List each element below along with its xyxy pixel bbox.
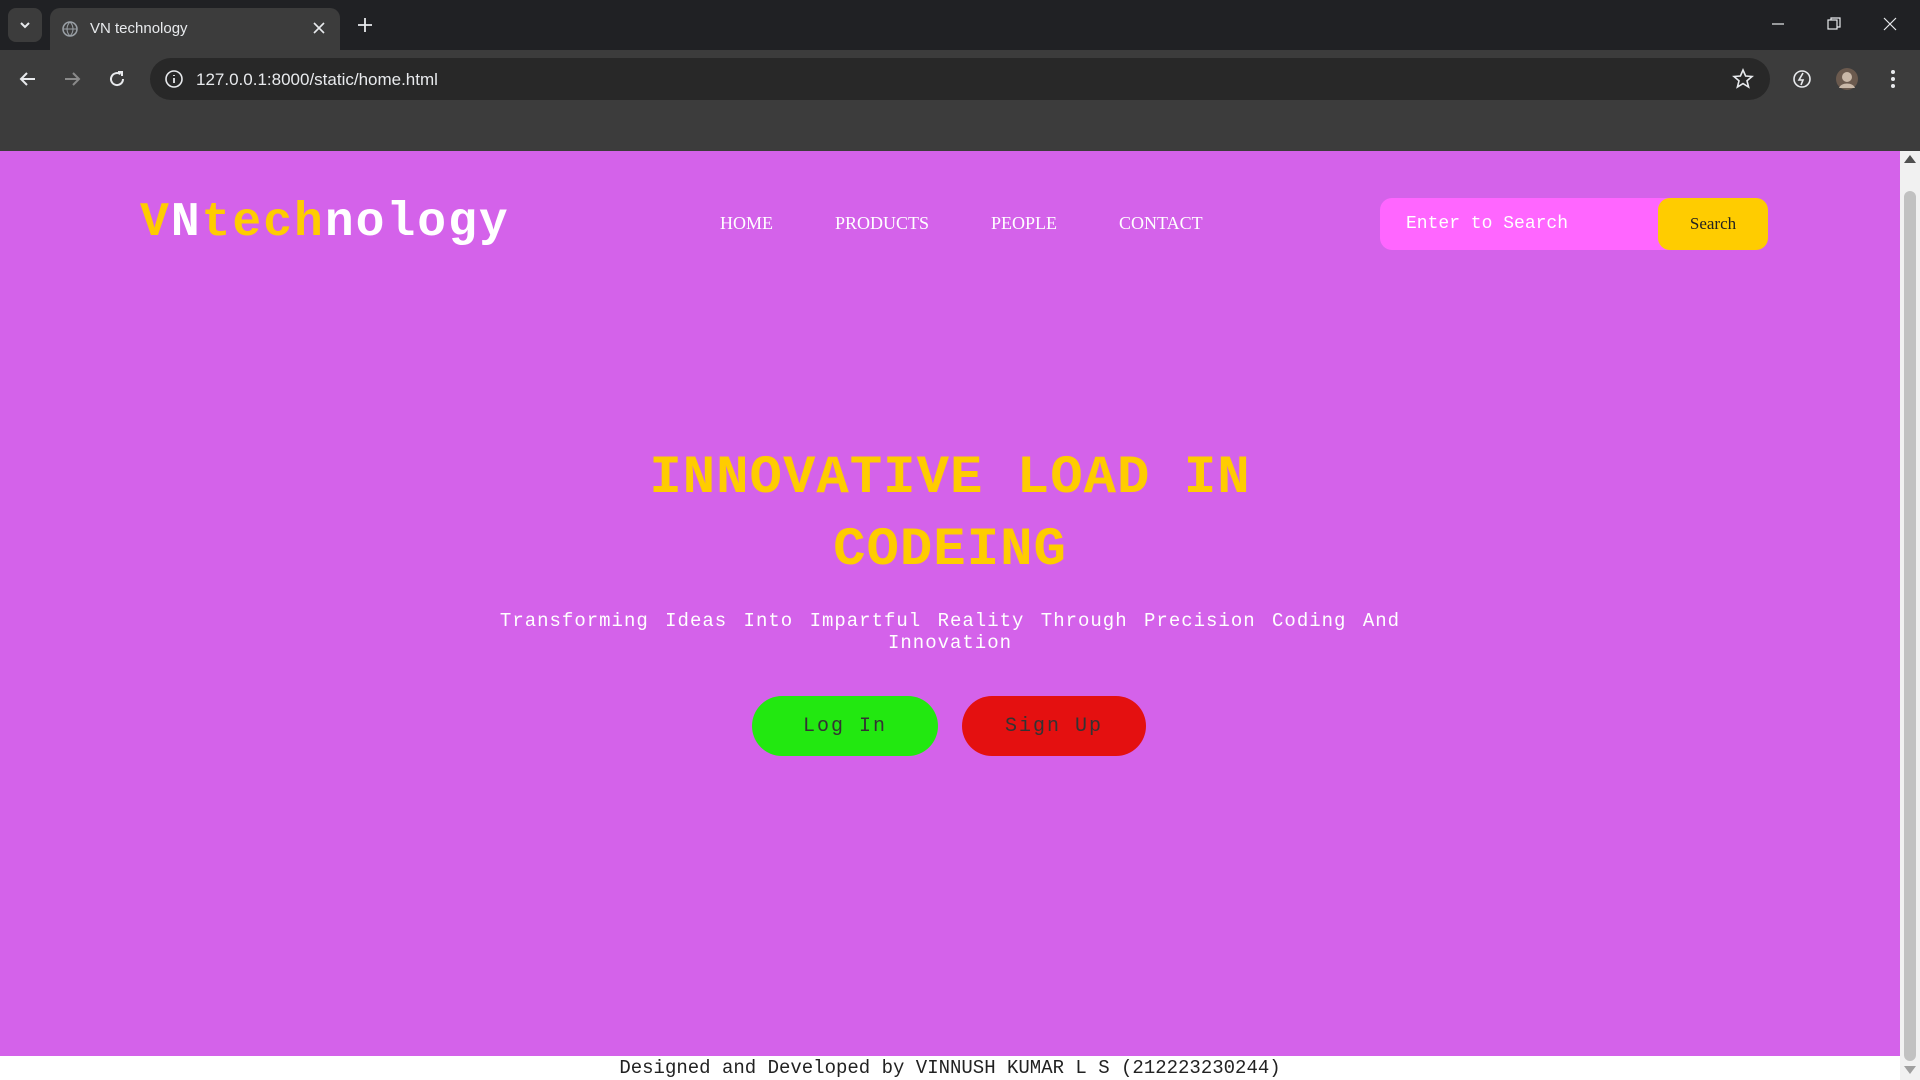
back-arrow-icon[interactable] [12,63,44,95]
restore-icon[interactable] [1814,8,1854,40]
profile-avatar[interactable] [1831,63,1863,95]
browser-toolbar: 127.0.0.1:8000/static/home.html [0,50,1920,108]
logo-part-vn: VN [140,196,202,250]
login-button[interactable]: Log In [752,696,938,756]
hero-subtitle-line1: Transforming Ideas Into Impartful Realit… [499,610,1401,632]
browser-tab[interactable]: VN technology [50,8,340,50]
hero-subtitle-line2: Innovation [887,632,1013,654]
scroll-down-arrow-icon[interactable] [1904,1066,1916,1074]
signup-button[interactable]: Sign Up [962,696,1146,756]
scroll-up-arrow-icon[interactable] [1904,155,1916,163]
reload-icon[interactable] [101,63,133,95]
main-nav: HOME PRODUCTS PEOPLE CONTACT [720,213,1203,234]
page-viewport: VNtechnology HOME PRODUCTS PEOPLE CONTAC… [0,151,1900,1080]
hero-title-line1: INNOVATIVE LOAD IN [649,448,1251,509]
tab-title: VN technology [90,20,188,37]
site-logo[interactable]: VNtechnology [140,196,510,250]
globe-icon [62,21,78,37]
scroll-thumb[interactable] [1904,191,1916,1061]
nav-products[interactable]: PRODUCTS [835,213,929,234]
bookmarks-bar [0,108,1920,151]
nav-contact[interactable]: CONTACT [1119,213,1203,234]
bookmark-star-icon[interactable] [1732,68,1754,90]
search-input[interactable] [1380,198,1670,250]
nav-people[interactable]: PEOPLE [991,213,1057,234]
hero-subtitle: Transforming Ideas Into Impartful Realit… [490,610,1410,654]
footer-credit: Designed and Developed by VINNUSH KUMAR … [0,1056,1900,1080]
search-form: Search [1380,198,1768,250]
minimize-icon[interactable] [1758,8,1798,40]
hero-title-line2: CODEING [833,520,1067,581]
new-tab-icon[interactable] [352,12,378,38]
vertical-scrollbar[interactable] [1900,151,1920,1080]
tab-strip: VN technology [0,0,1920,50]
url-text[interactable]: 127.0.0.1:8000/static/home.html [196,70,438,90]
logo-part-tech: tech [201,196,325,250]
tab-search-button[interactable] [8,8,42,42]
address-bar[interactable]: 127.0.0.1:8000/static/home.html [150,58,1770,100]
info-icon[interactable] [164,69,184,89]
forward-arrow-icon[interactable] [56,63,88,95]
close-tab-icon[interactable] [308,17,330,39]
logo-part-nology: nology [324,196,510,250]
nav-home[interactable]: HOME [720,213,773,234]
close-window-icon[interactable] [1870,8,1910,40]
menu-dots-icon[interactable] [1877,63,1909,95]
hero-title: INNOVATIVE LOAD IN CODEING [470,443,1430,587]
chevron-down-icon [20,22,30,29]
extension-icon[interactable] [1786,63,1818,95]
search-button[interactable]: Search [1658,198,1768,250]
